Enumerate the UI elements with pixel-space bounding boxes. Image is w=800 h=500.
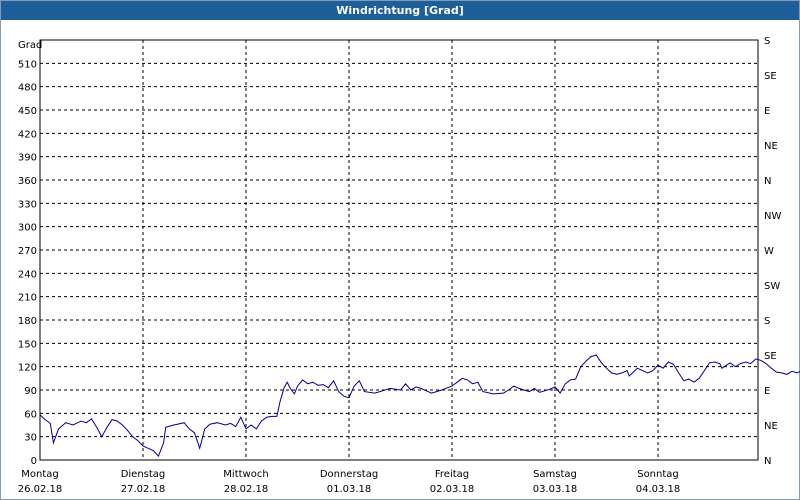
y-tick-label: 180 <box>18 316 37 327</box>
y-tick-label: 420 <box>18 129 37 140</box>
y-tick-label: 30 <box>24 433 37 444</box>
y-tick-label: 510 <box>18 59 37 70</box>
x-tick-date: 04.03.18 <box>636 484 681 495</box>
grid-lines <box>40 40 758 460</box>
plot-frame <box>39 39 759 461</box>
y-tick-label: 390 <box>18 153 37 164</box>
x-tick-date: 28.02.18 <box>224 484 269 495</box>
x-tick-date: 01.03.18 <box>327 484 372 495</box>
x-tick-day: Montag <box>21 469 58 480</box>
y-tick-label: 240 <box>18 269 37 280</box>
y2-tick-label: SW <box>764 281 780 292</box>
x-tick-date: 26.02.18 <box>18 484 63 495</box>
y2-axis-ticks: N NE E SE S SW W NW N NE E SE S <box>764 36 781 467</box>
x-axis-ticks: Montag 26.02.18 Dienstag 27.02.18 Mittwoch 28… <box>18 469 681 495</box>
y-tick-label: 210 <box>18 293 37 304</box>
y-tick-label: 60 <box>24 409 37 420</box>
x-tick-date: 03.03.18 <box>533 484 578 495</box>
x-tick-day: Sonntag <box>637 469 679 480</box>
chart-area: Grad 0 30 60 90 120 150 180 210 240 270 300 330 360 3… <box>18 36 800 495</box>
series-line <box>39 354 800 458</box>
y2-tick-label: N <box>764 456 771 467</box>
y-axis-label: Grad <box>18 40 42 51</box>
y2-tick-label: NW <box>764 211 781 222</box>
x-tick-day: Donnerstag <box>320 469 378 480</box>
x-tick-day: Mittwoch <box>223 469 268 480</box>
x-tick-day: Dienstag <box>121 469 166 480</box>
y2-tick-label: SE <box>764 71 777 82</box>
y-tick-label: 330 <box>18 199 37 210</box>
y2-tick-label: NE <box>764 141 778 152</box>
x-tick-day: Samstag <box>533 469 577 480</box>
y-tick-label: 450 <box>18 106 37 117</box>
y-tick-label: 120 <box>18 363 37 374</box>
y2-tick-label: S <box>764 36 770 47</box>
y2-tick-label: S <box>764 316 770 327</box>
y2-tick-label: W <box>764 246 774 257</box>
y2-tick-label: NE <box>764 421 778 432</box>
x-tick-day: Freitag <box>435 469 469 480</box>
x-tick-date: 27.02.18 <box>121 484 166 495</box>
y-tick-label: 150 <box>18 339 37 350</box>
y2-tick-label: SE <box>764 351 777 362</box>
y-tick-label: 300 <box>18 223 37 234</box>
y-tick-label: 0 <box>31 456 37 467</box>
x-tick-date: 02.03.18 <box>430 484 475 495</box>
y-tick-label: 360 <box>18 176 37 187</box>
y-tick-label: 90 <box>24 386 37 397</box>
y-axis-ticks: 0 30 60 90 120 150 180 210 240 270 300 330 360 390 420… <box>18 59 37 467</box>
y-tick-label: 480 <box>18 83 37 94</box>
y-tick-label: 270 <box>18 246 37 257</box>
y2-tick-label: N <box>764 176 771 187</box>
y2-tick-label: E <box>764 386 770 397</box>
y2-tick-label: E <box>764 106 770 117</box>
